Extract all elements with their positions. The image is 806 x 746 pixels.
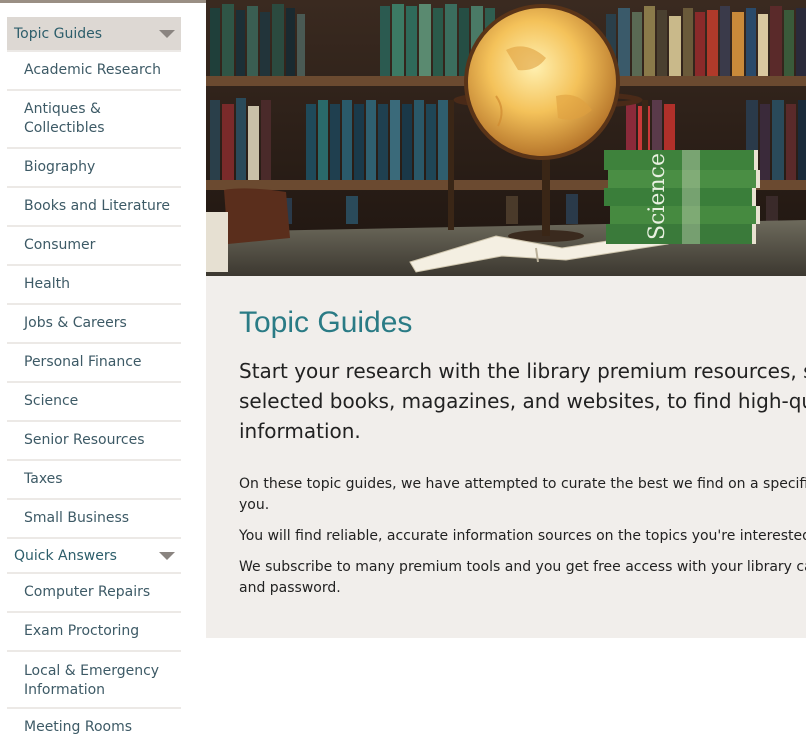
section-quick-answers[interactable]: Quick Answers <box>7 539 181 574</box>
sidebar-item-books-literature[interactable]: Books and Literature <box>7 188 181 227</box>
section-topic-guides[interactable]: Topic Guides <box>7 17 181 52</box>
chevron-down-icon[interactable] <box>159 551 175 560</box>
section-label: Topic Guides <box>14 25 103 42</box>
intro-line: selected books, magazines, and websites,… <box>239 389 806 413</box>
sidebar-item-jobs-careers[interactable]: Jobs & Careers <box>7 305 181 344</box>
body-paragraphs: On these topic guides, we have attempted… <box>239 474 806 599</box>
sidebar-item-small-business[interactable]: Small Business <box>7 500 181 539</box>
paragraph-line: On these topic guides, we have attempted… <box>239 476 806 492</box>
intro-line: information. <box>239 419 361 443</box>
sidebar-nav: Topic Guides Academic Research Antiques … <box>7 17 181 746</box>
top-rule <box>0 0 206 3</box>
main-content: Topic Guides Start your research with th… <box>206 276 806 638</box>
library-globe-illustration: Science <box>206 0 806 276</box>
sidebar-item-science[interactable]: Science <box>7 383 181 422</box>
sidebar-item-personal-finance[interactable]: Personal Finance <box>7 344 181 383</box>
sidebar-item-label-line2: Information <box>24 682 106 698</box>
sidebar-item-meeting-rooms[interactable]: Meeting Rooms <box>7 709 181 746</box>
sidebar-item-label: Local & Emergency <box>24 663 160 679</box>
sidebar-item-antiques-collectibles[interactable]: Antiques & Collectibles <box>7 91 181 149</box>
paragraph-reliable: You will find reliable, accurate informa… <box>239 526 806 547</box>
page-title: Topic Guides <box>239 306 413 339</box>
sidebar-item-health[interactable]: Health <box>7 266 181 305</box>
paragraph-line: you. <box>239 497 270 513</box>
paragraph-line: You will find reliable, accurate informa… <box>239 528 806 544</box>
section-label: Quick Answers <box>14 547 117 564</box>
sidebar-item-senior-resources[interactable]: Senior Resources <box>7 422 181 461</box>
paragraph-curation: On these topic guides, we have attempted… <box>239 474 806 516</box>
sidebar-item-exam-proctoring[interactable]: Exam Proctoring <box>7 613 181 652</box>
hero-image: Science <box>206 0 806 276</box>
sidebar-item-taxes[interactable]: Taxes <box>7 461 181 500</box>
sidebar-item-consumer[interactable]: Consumer <box>7 227 181 266</box>
sidebar-item-local-emergency[interactable]: Local & Emergency Information <box>7 652 181 709</box>
chevron-down-icon[interactable] <box>159 29 175 38</box>
intro-line: Start your research with the library pre… <box>239 359 806 383</box>
paragraph-line: We subscribe to many premium tools and y… <box>239 559 806 575</box>
paragraph-subscribe: We subscribe to many premium tools and y… <box>239 557 806 599</box>
sidebar-item-biography[interactable]: Biography <box>7 149 181 188</box>
sidebar-item-academic-research[interactable]: Academic Research <box>7 52 181 91</box>
book-spine-text: Science <box>645 153 670 240</box>
intro-text: Start your research with the library pre… <box>239 356 806 446</box>
paragraph-line: and password. <box>239 580 341 596</box>
sidebar-item-computer-repairs[interactable]: Computer Repairs <box>7 574 181 613</box>
